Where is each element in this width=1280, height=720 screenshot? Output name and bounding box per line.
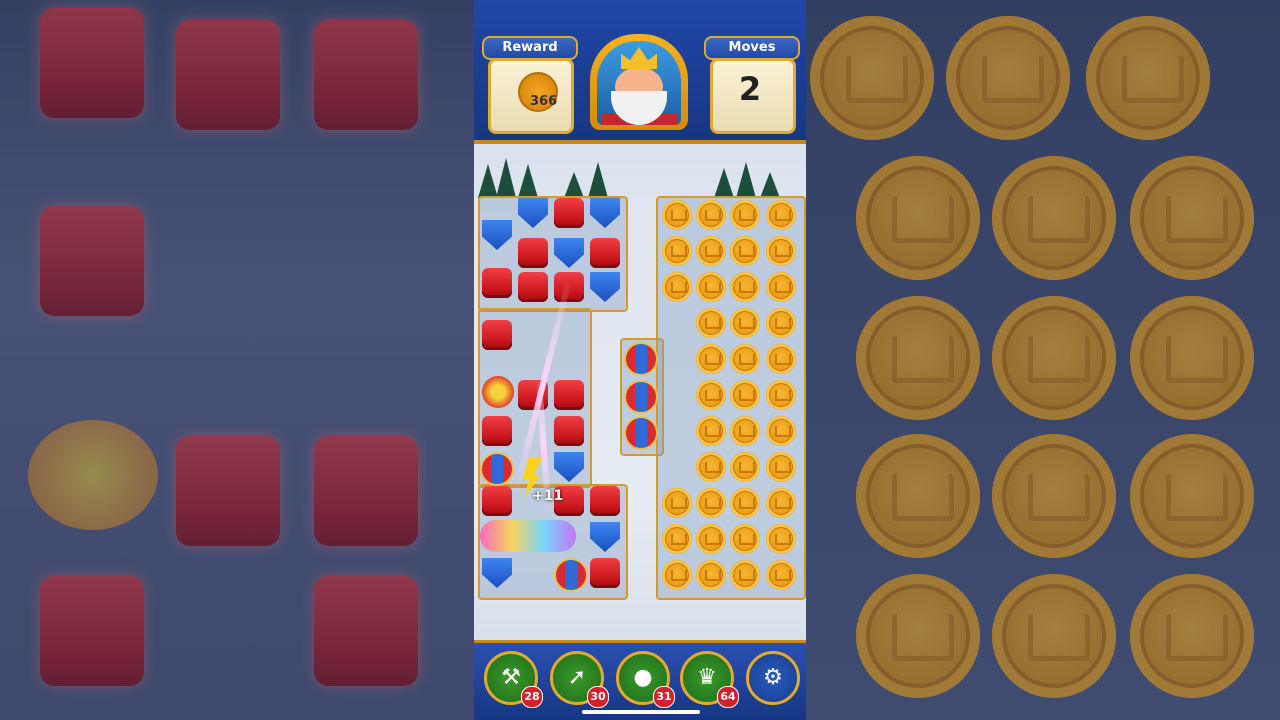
- arrow-icon: ➚: [567, 665, 587, 690]
- coin-piece[interactable]: [730, 272, 760, 302]
- rainbow-blast-effect: [480, 520, 576, 552]
- jester-booster[interactable]: ♛ 64: [680, 651, 739, 708]
- coin-piece[interactable]: [730, 236, 760, 266]
- red-block[interactable]: [590, 558, 620, 588]
- coin-piece[interactable]: [766, 524, 796, 554]
- coin-piece[interactable]: [696, 200, 726, 230]
- jester-hat-icon: ♛: [697, 665, 717, 690]
- red-block[interactable]: [518, 272, 548, 302]
- crown-icon: [621, 47, 657, 69]
- home-indicator[interactable]: [582, 710, 700, 714]
- red-block[interactable]: [554, 198, 584, 228]
- coin-piece[interactable]: [766, 272, 796, 302]
- cannon-booster[interactable]: ● 31: [616, 651, 675, 708]
- red-block[interactable]: [482, 486, 512, 516]
- coin-piece[interactable]: [696, 560, 726, 590]
- hud-bar: Reward 366 Moves 2: [474, 0, 806, 144]
- coin-piece[interactable]: [766, 236, 796, 266]
- red-block[interactable]: [482, 320, 512, 350]
- background-left: [0, 0, 474, 720]
- booster-bar: ⚒ 28 ➚ 30 ● 31 ♛ 64 ⚙: [474, 640, 806, 720]
- coin-piece[interactable]: [766, 308, 796, 338]
- booster-count: 64: [717, 686, 739, 708]
- coin-piece[interactable]: [696, 524, 726, 554]
- gear-icon: ⚙: [763, 665, 783, 690]
- booster-count: 31: [653, 686, 675, 708]
- coin-piece[interactable]: [730, 488, 760, 518]
- reward-label: Reward: [482, 36, 578, 60]
- coin-piece[interactable]: [766, 380, 796, 410]
- coin-piece[interactable]: [696, 452, 726, 482]
- booster-count: 30: [587, 686, 609, 708]
- king-avatar: [590, 34, 688, 130]
- coin-piece[interactable]: [662, 272, 692, 302]
- coin-piece[interactable]: [730, 452, 760, 482]
- moves-label: Moves: [704, 36, 800, 60]
- arrow-booster[interactable]: ➚ 30: [550, 651, 609, 708]
- coin-piece[interactable]: [696, 236, 726, 266]
- rocket-piece[interactable]: [624, 342, 658, 376]
- red-block[interactable]: [554, 416, 584, 446]
- rocket-piece[interactable]: [554, 558, 588, 592]
- settings-button[interactable]: ⚙: [746, 651, 800, 705]
- coin-piece[interactable]: [662, 200, 692, 230]
- bonus-moves-text: +11: [532, 488, 564, 504]
- snowy-scenery: [474, 144, 806, 198]
- coin-piece[interactable]: [730, 524, 760, 554]
- red-block[interactable]: [590, 486, 620, 516]
- coin-piece[interactable]: [662, 236, 692, 266]
- rocket-piece[interactable]: [624, 416, 658, 450]
- red-block[interactable]: [482, 416, 512, 446]
- coin-piece[interactable]: [730, 344, 760, 374]
- moves-panel: Moves 2: [700, 36, 800, 134]
- coin-piece[interactable]: [730, 308, 760, 338]
- coin-piece[interactable]: [730, 200, 760, 230]
- rocket-piece[interactable]: [480, 452, 514, 486]
- cannon-icon: ●: [633, 665, 653, 690]
- game-screen: Reward 366 Moves 2 +11 ⚒ 28 ➚ 30 ● 31 ♛ …: [474, 0, 806, 720]
- background-right: [806, 0, 1280, 720]
- red-block[interactable]: [554, 380, 584, 410]
- red-block[interactable]: [590, 238, 620, 268]
- coin-piece[interactable]: [696, 344, 726, 374]
- coin-piece[interactable]: [730, 560, 760, 590]
- coin-piece[interactable]: [766, 344, 796, 374]
- hammer-booster[interactable]: ⚒ 28: [484, 651, 543, 708]
- coin-piece[interactable]: [662, 524, 692, 554]
- coin-piece[interactable]: [766, 200, 796, 230]
- coin-piece[interactable]: [766, 488, 796, 518]
- bomb-piece[interactable]: [482, 376, 514, 408]
- coin-piece[interactable]: [696, 488, 726, 518]
- rocket-piece[interactable]: [624, 380, 658, 414]
- coin-piece[interactable]: [696, 416, 726, 446]
- coin-piece[interactable]: [730, 380, 760, 410]
- hammer-icon: ⚒: [501, 665, 521, 690]
- red-block[interactable]: [482, 268, 512, 298]
- coin-piece[interactable]: [696, 380, 726, 410]
- coin-piece[interactable]: [662, 560, 692, 590]
- coin-piece[interactable]: [730, 416, 760, 446]
- reward-value: 366: [530, 94, 558, 109]
- coin-piece[interactable]: [696, 272, 726, 302]
- coin-piece[interactable]: [766, 560, 796, 590]
- coin-piece[interactable]: [766, 416, 796, 446]
- booster-count: 28: [521, 686, 543, 708]
- moves-value: 2: [738, 70, 762, 108]
- coin-piece[interactable]: [662, 488, 692, 518]
- coin-piece[interactable]: [696, 308, 726, 338]
- reward-panel: Reward 366: [478, 36, 578, 134]
- coin-piece[interactable]: [766, 452, 796, 482]
- red-block[interactable]: [518, 238, 548, 268]
